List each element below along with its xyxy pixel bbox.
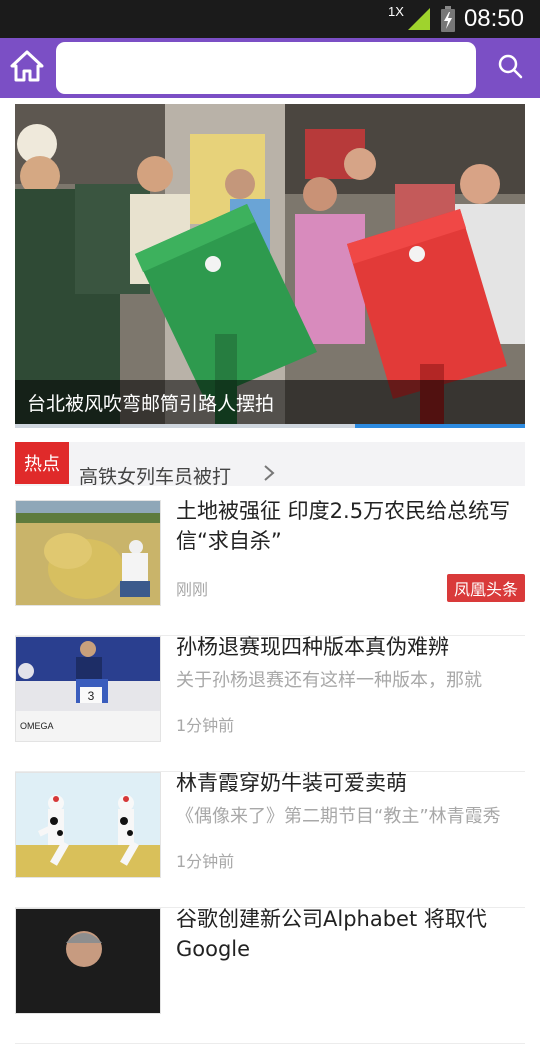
carousel-indicator (15, 424, 525, 428)
battery-charging-icon (440, 6, 456, 32)
hot-badge: 热点 (15, 442, 69, 484)
hot-topic-bar[interactable]: 热点 高铁女列车员被打 (15, 442, 525, 488)
chevron-right-icon (263, 464, 275, 486)
news-time: 1分钟前 (176, 852, 235, 871)
home-icon (10, 50, 44, 86)
status-indicators: 1X 08:50 (388, 4, 524, 34)
news-thumbnail: 3 OMEGA (15, 636, 161, 742)
hero-caption: 台北被风吹弯邮筒引路人摆拍 (27, 393, 275, 415)
news-summary: 关于孙杨退赛还有这样一种版本，那就 (176, 670, 482, 691)
home-button[interactable] (8, 48, 46, 88)
search-input[interactable] (56, 42, 476, 94)
news-item[interactable]: 土地被强征 印度2.5万农民给总统写信“求自杀” 刚刚 凤凰头条 (15, 499, 525, 636)
hero-image (15, 104, 525, 424)
search-button[interactable] (490, 48, 530, 88)
news-time: 1分钟前 (176, 716, 235, 735)
network-type-label: 1X (388, 3, 404, 19)
hot-topic-text: 高铁女列车员被打 (79, 466, 232, 488)
news-summary: 《偶像来了》第二期节目“教主”林青霞秀 (176, 806, 501, 827)
hero-carousel[interactable]: 台北被风吹弯邮筒引路人摆拍 (15, 104, 525, 428)
top-bar (0, 38, 540, 98)
news-title: 林青霞穿奶牛装可爱卖萌 (176, 771, 407, 795)
news-title: 土地被强征 印度2.5万农民给总统写信“求自杀” (176, 499, 511, 553)
news-item[interactable]: 3 OMEGA 孙杨退赛现四种版本真伪难辨 关于孙杨退赛还有这样一种版本，那就 … (15, 635, 525, 772)
news-thumbnail (15, 908, 161, 1014)
news-source-tag: 凤凰头条 (446, 574, 525, 602)
news-title: 谷歌创建新公司Alphabet 将取代Google (176, 907, 487, 961)
news-thumbnail (15, 500, 161, 606)
news-thumbnail (15, 772, 161, 878)
omega-logo-text: OMEGA (20, 721, 54, 731)
status-bar: 1X 08:50 (0, 0, 540, 38)
status-clock: 08:50 (463, 5, 524, 32)
search-icon (497, 53, 523, 83)
news-item[interactable]: 林青霞穿奶牛装可爱卖萌 《偶像来了》第二期节目“教主”林青霞秀 1分钟前 (15, 771, 525, 908)
signal-icon (406, 6, 432, 32)
news-item[interactable]: 谷歌创建新公司Alphabet 将取代Google (15, 907, 525, 1044)
lane-number: 3 (88, 689, 95, 703)
carousel-indicator-active (355, 424, 525, 428)
news-time: 刚刚 (176, 580, 209, 599)
news-title: 孙杨退赛现四种版本真伪难辨 (176, 635, 449, 659)
